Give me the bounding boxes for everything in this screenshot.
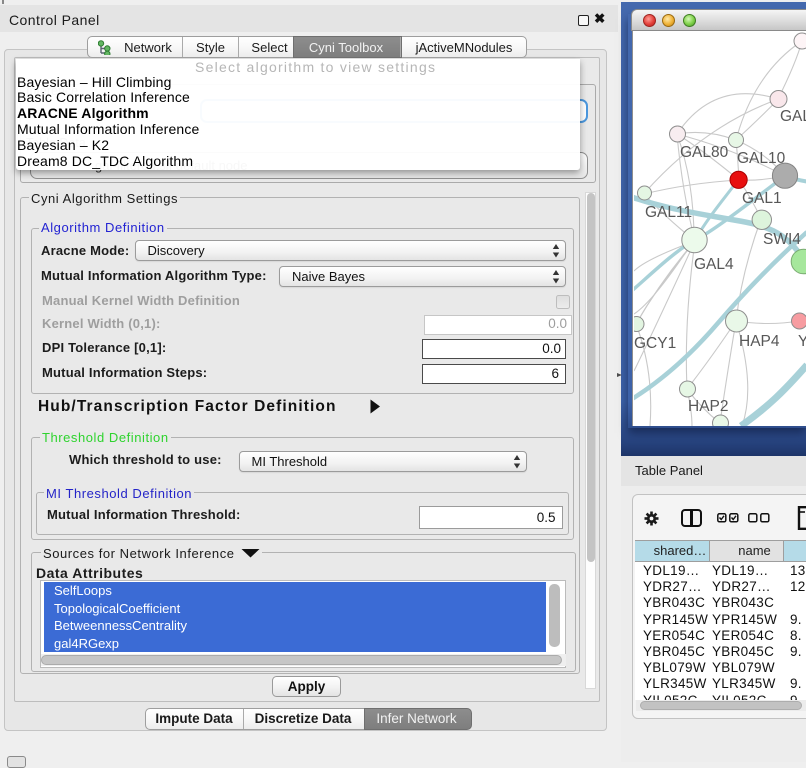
svg-text:GAL7: GAL7 (780, 108, 806, 125)
svg-text:GCY1: GCY1 (634, 335, 676, 352)
svg-text:GAL10: GAL10 (737, 150, 786, 167)
svg-text:Y: Y (798, 333, 806, 350)
svg-text:SWI4: SWI4 (763, 231, 801, 248)
svg-text:GAL4: GAL4 (694, 256, 734, 273)
svg-text:GAL11: GAL11 (645, 204, 692, 221)
svg-text:HAP2: HAP2 (688, 398, 729, 415)
svg-text:GAL1: GAL1 (742, 190, 782, 207)
svg-text:HAP4: HAP4 (739, 333, 780, 350)
svg-text:GAL80: GAL80 (680, 144, 729, 161)
